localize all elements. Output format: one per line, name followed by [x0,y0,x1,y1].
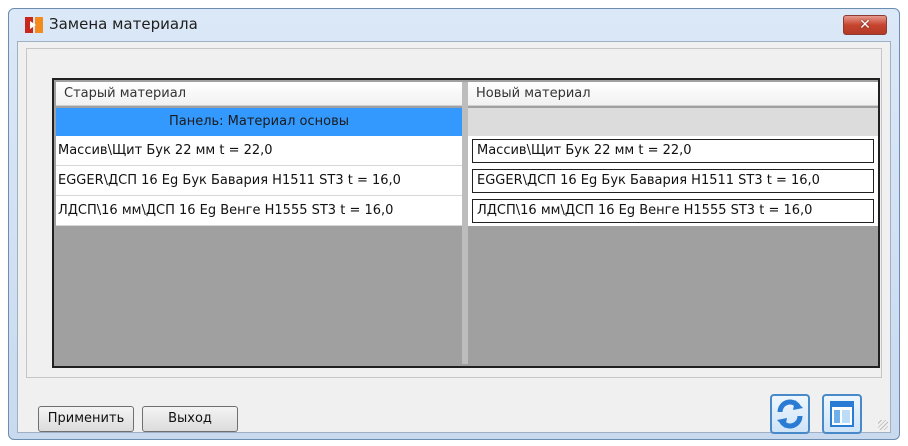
material-table: Старый материал Новый материал Панель: М… [52,78,880,368]
refresh-arrows-icon [777,399,803,429]
new-material-cell-2[interactable]: EGGER\ДСП 16 Eg Бук Бавария H1511 ST3 t … [468,166,878,196]
new-material-cell-3[interactable]: ЛДСП\16 мм\ДСП 16 Eg Венге H1555 ST3 t =… [468,196,878,226]
material-replace-icon [25,17,43,33]
group-row-empty-cell [468,108,878,136]
dialog-window: Замена материала ✕ Старый материал Новый… [8,8,900,440]
new-material-field-2[interactable]: EGGER\ДСП 16 Eg Бук Бавария H1511 ST3 t … [472,169,874,193]
dialog-body: Старый материал Новый материал Панель: М… [17,41,891,434]
title-bar[interactable]: Замена материала ✕ [9,9,899,39]
column-header-old[interactable]: Старый материал [56,82,462,106]
apply-button[interactable]: Применить [38,406,134,432]
exit-button[interactable]: Выход [142,406,238,432]
window-title: Замена материала [49,15,198,33]
close-icon: ✕ [859,17,871,33]
old-material-cell-2[interactable]: EGGER\ДСП 16 Eg Бук Бавария H1511 ST3 t … [56,166,462,196]
new-material-field-1[interactable]: Массив\Щит Бук 22 мм t = 22,0 [472,139,874,163]
refresh-button[interactable] [770,394,810,434]
panel-view-button[interactable] [822,394,862,434]
new-material-field-3[interactable]: ЛДСП\16 мм\ДСП 16 Eg Венге H1555 ST3 t =… [472,199,874,223]
panel-layout-icon [830,401,854,427]
close-button[interactable]: ✕ [843,15,887,35]
new-material-cell-1[interactable]: Массив\Щит Бук 22 мм t = 22,0 [468,136,878,166]
old-material-cell-1[interactable]: Массив\Щит Бук 22 мм t = 22,0 [56,136,462,166]
column-header-new[interactable]: Новый материал [468,82,878,106]
resize-grip[interactable] [878,420,888,430]
old-material-cell-3[interactable]: ЛДСП\16 мм\ДСП 16 Eg Венге H1555 ST3 t =… [56,196,462,226]
group-row-label[interactable]: Панель: Материал основы [56,108,462,136]
